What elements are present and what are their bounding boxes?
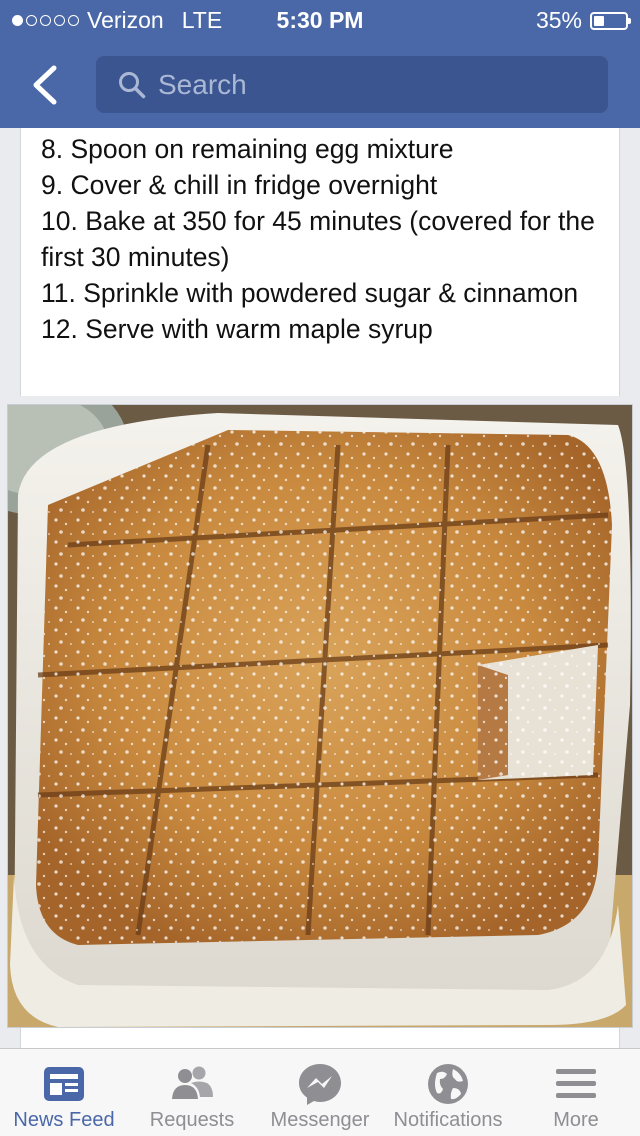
back-button[interactable]: [26, 60, 70, 110]
tab-label: Requests: [149, 1109, 235, 1131]
tab-bar: News Feed Requests Messenger Notificatio…: [0, 1048, 640, 1136]
recipe-step: 11. Sprinkle with powdered sugar & cinna…: [41, 278, 579, 308]
recipe-step: 8. Spoon on remaining egg mixture: [41, 134, 454, 164]
recipe-step: 9. Cover & chill in fridge overnight: [41, 170, 438, 200]
battery-status: 35%: [535, 7, 631, 34]
post-card: 8. Spoon on remaining egg mixture 9. Cov…: [20, 128, 620, 396]
tab-requests[interactable]: Requests: [128, 1049, 256, 1136]
status-bar: Verizon LTE 5:30 PM 35%: [0, 0, 640, 40]
recipe-step: 10. Bake at 350 for 45 minutes (covered …: [41, 206, 595, 272]
battery-icon: [590, 11, 631, 30]
friends-icon: [172, 1066, 213, 1099]
top-bar: Verizon LTE 5:30 PM 35%: [0, 0, 640, 128]
tab-label: More: [553, 1109, 599, 1131]
post-photo[interactable]: [7, 404, 633, 1028]
post-card-footer: [20, 1028, 620, 1048]
search-bar[interactable]: [96, 56, 608, 113]
battery-percent: 35%: [535, 7, 582, 33]
messenger-icon: [299, 1064, 341, 1105]
news-feed-icon: [44, 1067, 84, 1101]
menu-icon: [556, 1069, 596, 1098]
tab-label: Messenger: [270, 1109, 370, 1131]
tab-more[interactable]: More: [512, 1049, 640, 1136]
chevron-left-icon: [33, 65, 57, 105]
search-input[interactable]: [156, 67, 580, 102]
search-icon: [119, 71, 146, 98]
recipe-step: 12. Serve with warm maple syrup: [41, 314, 433, 344]
globe-icon: [428, 1064, 468, 1104]
tab-messenger[interactable]: Messenger: [256, 1049, 384, 1136]
french-toast-image: [8, 405, 632, 1027]
tab-label: News Feed: [13, 1109, 115, 1131]
tab-notifications[interactable]: Notifications: [384, 1049, 512, 1136]
recipe-steps: 8. Spoon on remaining egg mixture 9. Cov…: [41, 128, 621, 347]
tab-label: Notifications: [393, 1109, 503, 1131]
tab-news-feed[interactable]: News Feed: [0, 1049, 128, 1136]
